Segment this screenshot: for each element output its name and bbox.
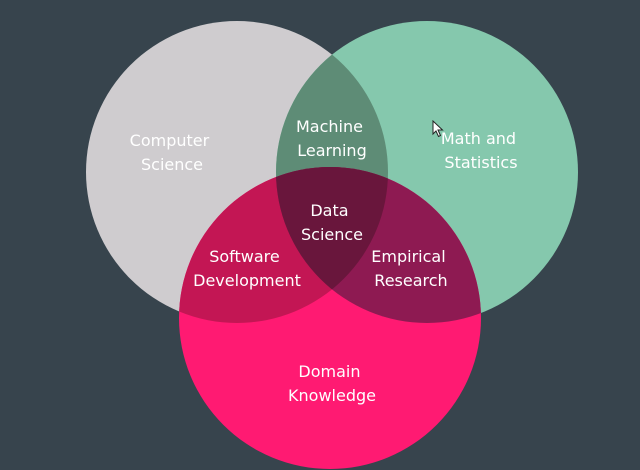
venn-diagram-stage: Computer Science Math and Statistics Mac… xyxy=(0,0,640,470)
venn-diagram: Computer Science Math and Statistics Mac… xyxy=(86,21,578,469)
